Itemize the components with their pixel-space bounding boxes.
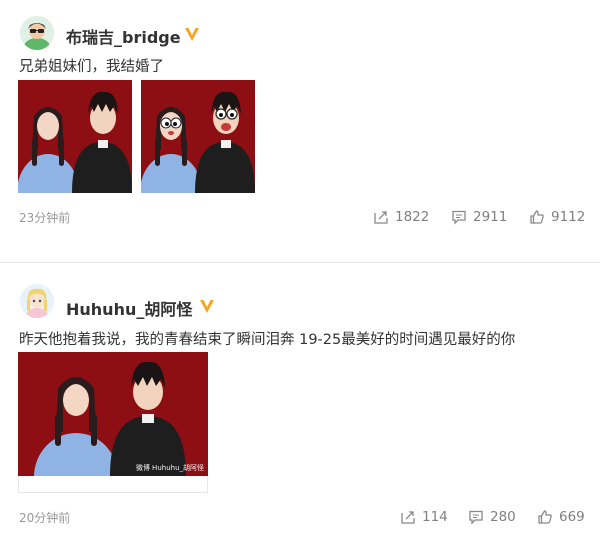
repost-button[interactable]: 1822 [373,209,429,225]
post-photo[interactable]: 微博 Huhuhu_胡阿怪 [18,352,208,476]
weibo-post-1: 布瑞吉_bridge 兄弟姐妹们，我结婚了 23分钟前 1822 2911 91… [0,0,600,248]
repost-icon [400,509,416,525]
like-count: 669 [559,509,585,525]
post-timestamp: 23分钟前 [19,211,71,225]
verified-badge-icon [183,25,201,43]
post-timestamp: 20分钟前 [19,511,71,525]
like-icon [529,209,545,225]
verified-badge-icon [198,297,216,315]
weibo-post-2: Huhuhu_胡阿怪 昨天他抱着我说，我的青春结束了瞬间泪奔 19-25最美好的… [0,268,600,542]
repost-count: 114 [422,509,448,525]
comment-button[interactable]: 2911 [451,209,507,225]
repost-count: 1822 [395,209,430,225]
like-count: 9112 [551,209,586,225]
like-button[interactable]: 9112 [529,209,585,225]
comment-icon [451,209,467,225]
repost-icon [373,209,389,225]
photo-watermark: 微博 Huhuhu_胡阿怪 [135,464,204,472]
like-button[interactable]: 669 [537,509,585,525]
comment-icon [468,509,484,525]
post-text: 兄弟姐妹们，我结婚了 [19,59,164,75]
comment-count: 280 [490,509,516,525]
comment-count: 2911 [473,209,508,225]
post-photo-2[interactable] [141,80,255,193]
like-icon [537,509,553,525]
post-text: 昨天他抱着我说，我的青春结束了瞬间泪奔 19-25最美好的时间遇见最好的你 [19,332,516,348]
repost-button[interactable]: 114 [400,509,448,525]
comment-button[interactable]: 280 [468,509,516,525]
username[interactable]: 布瑞吉_bridge [66,24,181,48]
post-photo-1[interactable] [18,80,132,193]
avatar[interactable] [20,16,54,50]
username[interactable]: Huhuhu_胡阿怪 [66,296,192,320]
post-divider [0,262,600,263]
avatar[interactable] [20,284,54,318]
photo-frame [18,476,208,493]
